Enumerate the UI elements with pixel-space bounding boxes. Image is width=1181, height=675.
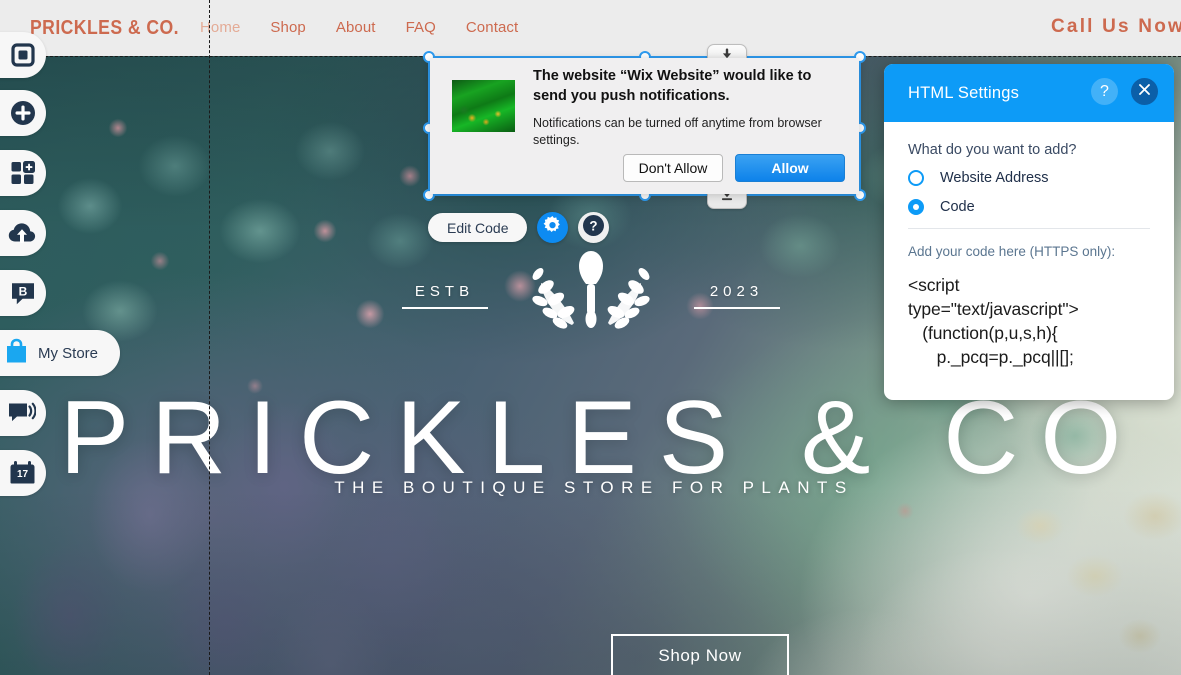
add-element-button[interactable] <box>0 90 46 136</box>
code-textarea[interactable]: <script type="text/javascript"> (functio… <box>908 273 1150 370</box>
speech-bubble-icon <box>8 401 36 425</box>
allow-button[interactable]: Allow <box>735 154 845 182</box>
code-field-label: Add your code here (HTTPS only): <box>908 244 1116 259</box>
site-logo: PRICKLES & CO. <box>30 17 179 39</box>
chat-button[interactable] <box>0 390 46 436</box>
radio-label-website-address: Website Address <box>940 170 1049 186</box>
radio-button-checked[interactable] <box>908 199 924 215</box>
my-store-button[interactable]: My Store <box>0 330 120 376</box>
add-apps-button[interactable] <box>0 150 46 196</box>
estb-label: ESTB <box>401 283 488 309</box>
call-us-now-text[interactable]: Call Us Now <box>1051 16 1181 38</box>
panel-header: HTML Settings ? <box>884 64 1174 122</box>
close-icon <box>1138 83 1151 101</box>
shop-now-button[interactable]: Shop Now <box>611 634 789 675</box>
radio-option-website-address[interactable]: Website Address <box>908 170 1150 186</box>
calendar-badge-text: 17 <box>17 469 29 480</box>
shopping-bag-icon <box>4 338 29 369</box>
radio-button-unchecked[interactable] <box>908 170 924 186</box>
blog-bubble-icon: B <box>10 280 36 306</box>
nav-item-faq[interactable]: FAQ <box>406 19 436 36</box>
radio-label-code: Code <box>940 199 975 215</box>
editor-left-toolbar: B My Store 17 <box>0 0 120 675</box>
plus-circle-icon <box>10 100 36 126</box>
element-help-button[interactable]: ? <box>578 212 610 243</box>
panel-question: What do you want to add? <box>908 142 1077 158</box>
cloud-upload-icon <box>8 221 36 245</box>
site-nav: Home Shop About FAQ Contact <box>200 19 518 36</box>
nav-item-shop[interactable]: Shop <box>270 19 305 36</box>
svg-text:B: B <box>19 284 28 298</box>
panel-body: What do you want to add? Website Address… <box>884 122 1174 370</box>
trowel-laurel-icon <box>516 251 666 341</box>
settings-gear-button[interactable] <box>537 212 569 243</box>
square-outline-icon <box>10 42 36 68</box>
push-notification-dialog: The website “Wix Website” would like to … <box>430 58 859 194</box>
site-thumbnail <box>452 80 515 132</box>
nav-item-home[interactable]: Home <box>200 19 240 36</box>
panel-title: HTML Settings <box>908 83 1020 102</box>
my-store-label: My Store <box>38 344 99 362</box>
bookings-button[interactable]: 17 <box>0 450 46 496</box>
hero-title: PRICKLES & CO <box>59 380 1144 496</box>
panel-divider <box>908 228 1150 229</box>
panel-help-button[interactable]: ? <box>1091 78 1118 105</box>
site-header: PRICKLES & CO. Home Shop About FAQ Conta… <box>0 0 1181 56</box>
horizontal-guide-line <box>0 56 1181 57</box>
push-dialog-actions: Don't Allow Allow <box>623 154 845 182</box>
push-dialog-title: The website “Wix Website” would like to … <box>533 68 812 104</box>
media-manager-button[interactable] <box>0 210 46 256</box>
calendar-icon: 17 <box>9 460 36 486</box>
pages-menu-button[interactable] <box>0 32 46 78</box>
wix-editor-screen: ESTB 2023 PRICKLES & CO THE BOUTIQUE STO… <box>0 0 1181 675</box>
nav-item-contact[interactable]: Contact <box>466 19 518 36</box>
svg-text:?: ? <box>590 218 598 233</box>
vertical-guide-line <box>209 0 210 675</box>
panel-close-button[interactable] <box>1131 78 1158 105</box>
push-dialog-body: Notifications can be turned off anytime … <box>533 116 822 147</box>
estb-year: 2023 <box>693 283 780 309</box>
hero-subtitle: THE BOUTIQUE STORE FOR PLANTS <box>334 478 854 497</box>
dont-allow-button[interactable]: Don't Allow <box>623 154 723 182</box>
element-action-toolbar: Edit Code ? <box>428 212 610 243</box>
question-mark-icon: ? <box>583 214 605 241</box>
apps-grid-icon <box>10 160 36 186</box>
gear-icon <box>543 215 562 240</box>
html-settings-panel: HTML Settings ? What do you want to add?… <box>884 64 1174 400</box>
blog-button[interactable]: B <box>0 270 46 316</box>
nav-item-about[interactable]: About <box>336 19 376 36</box>
edit-code-button[interactable]: Edit Code <box>428 213 528 242</box>
radio-option-code[interactable]: Code <box>908 199 1150 215</box>
